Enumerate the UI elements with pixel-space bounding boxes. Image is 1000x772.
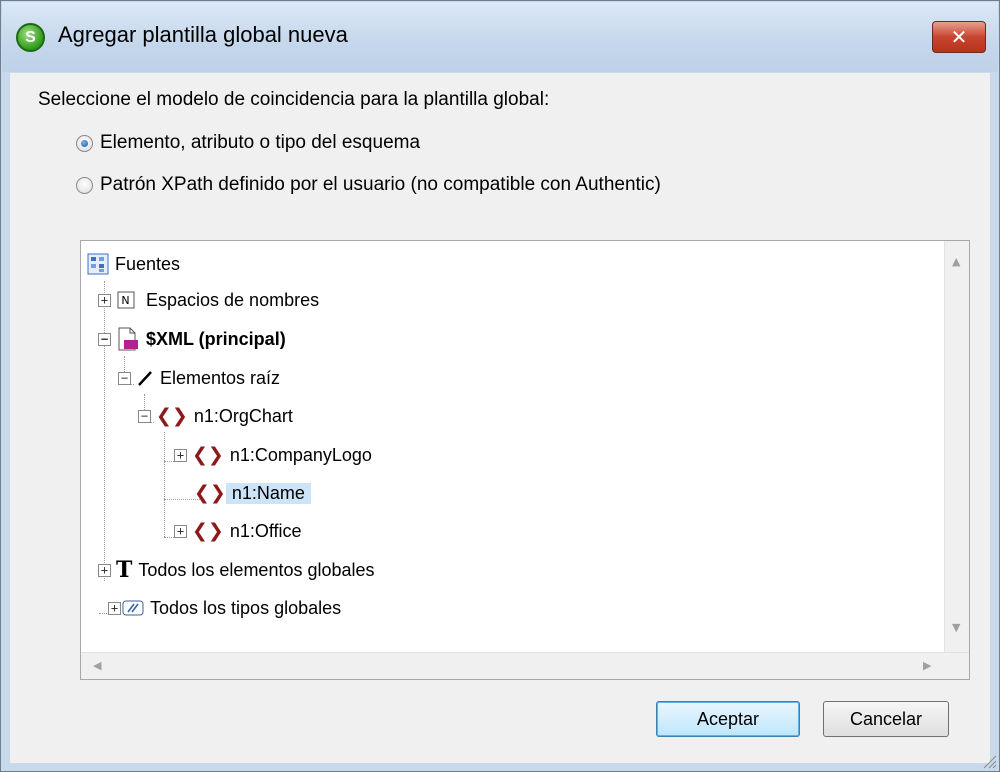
close-button[interactable]: ✕ (932, 21, 986, 53)
tree-label-root-elements: Elementos raíz (160, 367, 281, 388)
tree-node-sources[interactable]: Fuentes (87, 251, 180, 277)
tree-node-office[interactable]: + ❮❯ n1:Office (174, 518, 302, 544)
app-logo-icon: S (16, 23, 45, 52)
vertical-scrollbar[interactable]: ▲ ▼ (944, 241, 969, 653)
tree-label-global-elements: Todos los elementos globales (138, 559, 375, 580)
expand-icon[interactable]: + (98, 563, 111, 577)
namespace-icon: N (116, 290, 136, 310)
horizontal-scrollbar[interactable]: ◀ ▶ (81, 652, 969, 679)
tree-line (164, 432, 165, 537)
collapse-icon[interactable]: − (98, 332, 111, 346)
resize-grip-icon[interactable] (979, 751, 997, 769)
element-icon: ❮❯ (194, 482, 226, 504)
tree-label-office: n1:Office (229, 520, 302, 541)
tree-label-global-types: Todos los tipos globales (150, 597, 342, 618)
expand-icon[interactable]: + (108, 601, 121, 615)
xml-document-icon (116, 326, 140, 352)
slash-icon (136, 369, 154, 387)
collapse-icon[interactable]: − (118, 371, 131, 385)
tree-label-sources: Fuentes (115, 253, 181, 274)
option-schema[interactable]: Elemento, atributo o tipo del esquema (76, 132, 420, 154)
dialog-body: Seleccione el modelo de coincidencia par… (10, 73, 990, 763)
schema-tree[interactable]: Fuentes + N Espacios de nombres − $XML (… (80, 240, 970, 680)
radio-xpath[interactable] (76, 176, 93, 194)
tree-node-global-types[interactable]: + Todos los tipos globales (108, 595, 341, 621)
scroll-up-icon[interactable]: ▲ (952, 255, 960, 268)
tree-label-xml: $XML (principal) (146, 328, 286, 349)
tree-line (164, 537, 174, 538)
tree-label-namespaces: Espacios de nombres (146, 289, 320, 310)
tree-node-xml[interactable]: − $XML (principal) (98, 326, 286, 352)
tree-node-orgchart[interactable]: − ❮❯ n1:OrgChart (138, 403, 293, 429)
collapse-icon[interactable]: − (138, 409, 151, 423)
scroll-left-icon[interactable]: ◀ (93, 659, 101, 672)
radio-schema[interactable] (76, 134, 93, 152)
type-t-icon: T (116, 557, 133, 583)
cancel-button[interactable]: Cancelar (823, 701, 949, 737)
expand-icon[interactable]: + (98, 293, 111, 307)
tree-node-root-elements[interactable]: − Elementos raíz (118, 365, 280, 391)
prompt-label: Seleccione el modelo de coincidencia par… (38, 89, 550, 110)
element-icon: ❮❯ (156, 405, 188, 427)
scroll-right-icon[interactable]: ▶ (923, 659, 931, 672)
tree-line (164, 461, 174, 462)
option-xpath-label: Patrón XPath definido por el usuario (no… (100, 174, 661, 195)
tree-label-companylogo: n1:CompanyLogo (229, 444, 372, 465)
scroll-down-icon[interactable]: ▼ (952, 621, 960, 634)
dialog-title: Agregar plantilla global nueva (58, 22, 348, 47)
ok-button[interactable]: Aceptar (656, 701, 800, 737)
dialog-window: S Agregar plantilla global nueva ✕ Selec… (0, 0, 1000, 772)
tree-node-namespaces[interactable]: + N Espacios de nombres (98, 287, 319, 313)
tree-node-name[interactable]: ❮❯ n1:Name (194, 480, 311, 506)
tree-label-orgchart: n1:OrgChart (193, 405, 293, 426)
sources-icon (87, 253, 109, 275)
tree-node-companylogo[interactable]: + ❮❯ n1:CompanyLogo (174, 442, 372, 468)
element-icon: ❮❯ (192, 444, 224, 466)
option-xpath[interactable]: Patrón XPath definido por el usuario (no… (76, 174, 661, 196)
close-icon: ✕ (950, 25, 968, 49)
expand-icon[interactable]: + (174, 524, 187, 538)
global-types-icon (122, 599, 144, 617)
expand-icon[interactable]: + (174, 448, 187, 462)
title-bar[interactable]: S Agregar plantilla global nueva ✕ (2, 2, 998, 72)
tree-label-name: n1:Name (225, 482, 311, 504)
option-schema-label: Elemento, atributo o tipo del esquema (100, 132, 421, 153)
element-icon: ❮❯ (192, 520, 224, 542)
tree-node-global-elements[interactable]: + T Todos los elementos globales (98, 557, 375, 583)
